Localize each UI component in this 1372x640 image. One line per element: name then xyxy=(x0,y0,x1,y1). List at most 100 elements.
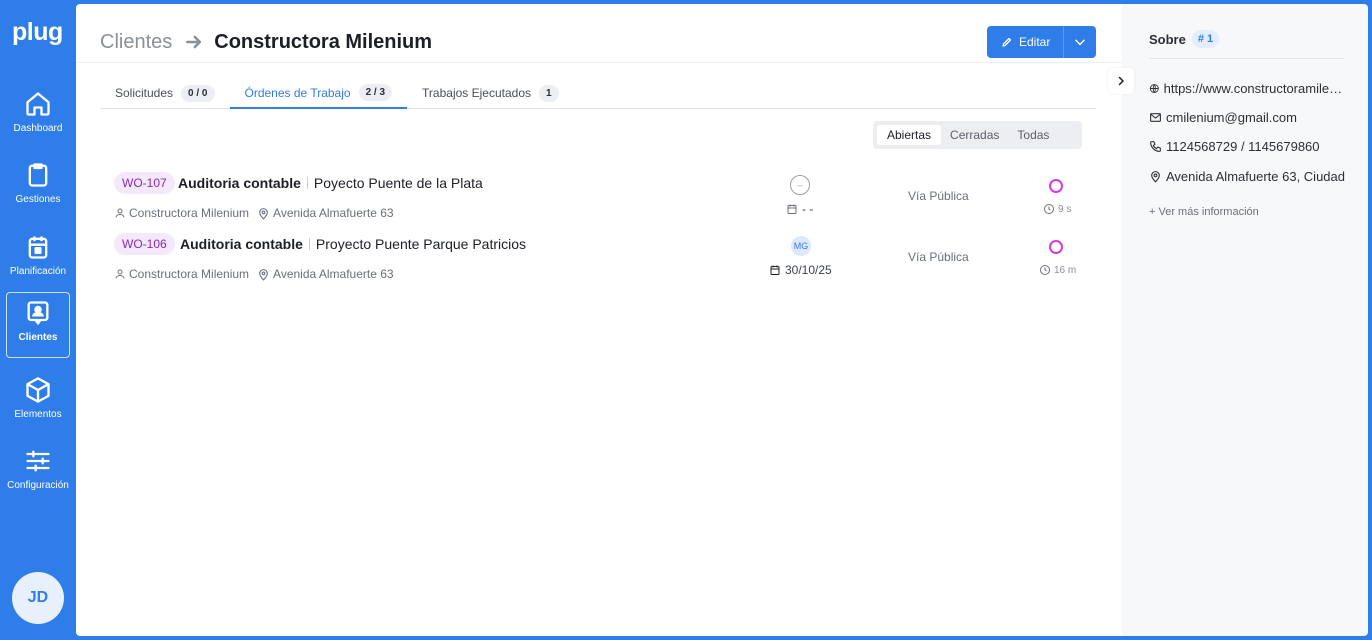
sliders-icon xyxy=(26,450,50,472)
filter-cerradas[interactable]: Cerradas xyxy=(941,125,1008,145)
tab-ordenes-de-trabajo[interactable]: Órdenes de Trabajo 2 / 3 xyxy=(229,78,408,109)
panel-divider xyxy=(1149,58,1344,59)
home-icon xyxy=(26,92,50,116)
work-order-project: Poyecto Puente de la Plata xyxy=(313,175,483,191)
due-date-value: 30/10/25 xyxy=(785,263,832,277)
tab-ordenes-label: Órdenes de Trabajo xyxy=(244,85,351,100)
work-order-type: Vía Pública xyxy=(908,189,969,203)
location-pin-icon xyxy=(1151,171,1160,183)
arrow-right-icon xyxy=(184,32,204,52)
user-icon xyxy=(114,268,126,280)
tab-trabajos-count: 1 xyxy=(539,84,559,102)
client-email[interactable]: cmilenium@gmail.com xyxy=(1149,110,1345,125)
breadcrumb: Clientes Constructora Milenium xyxy=(100,30,432,54)
user-avatar[interactable]: JD xyxy=(12,572,64,624)
work-order-name: Auditoria contable xyxy=(178,175,301,191)
tab-ordenes-count: 2 / 3 xyxy=(358,84,393,101)
chevron-right-icon xyxy=(1118,76,1124,86)
phones-value: 1124568729 / 1145679860 xyxy=(1166,139,1320,154)
main-content: Clientes Constructora Milenium Editar So… xyxy=(76,4,1122,636)
assignee-avatar[interactable]: – xyxy=(790,175,810,195)
work-order-elapsed: 9 s xyxy=(1043,203,1071,215)
edit-button[interactable]: Editar xyxy=(987,26,1063,58)
client-number-badge: # 1 xyxy=(1191,30,1220,48)
nav-planificacion[interactable]: Planificación xyxy=(6,227,70,291)
panel-collapse-button[interactable] xyxy=(1108,68,1134,94)
app-logo: plug xyxy=(12,18,63,46)
elapsed-value: 9 s xyxy=(1058,203,1072,215)
nav-dashboard[interactable]: Dashboard xyxy=(6,84,70,148)
status-indicator xyxy=(1049,179,1063,193)
elapsed-value: 16 m xyxy=(1054,264,1077,276)
sidebar: plug Dashboard Gestiones Planificación C… xyxy=(0,0,76,640)
title-divider xyxy=(308,238,310,250)
panel-title: Sobre xyxy=(1149,31,1186,47)
work-order-row[interactable]: WO-106 Auditoria contable Proyecto Puent… xyxy=(114,231,1084,287)
nav-gestiones[interactable]: Gestiones xyxy=(6,155,70,219)
work-order-address: Avenida Almafuerte 63 xyxy=(273,206,394,220)
mail-icon xyxy=(1150,113,1161,122)
client-website[interactable]: https://www.constructoramilenium.com xyxy=(1149,81,1345,96)
work-order-name: Auditoria contable xyxy=(180,236,303,252)
tab-bar: Solicitudes 0 / 0 Órdenes de Trabajo 2 /… xyxy=(100,78,1096,109)
due-date-value: - - xyxy=(802,202,814,216)
clipboard-icon xyxy=(28,163,48,187)
cube-icon xyxy=(26,377,50,403)
email-value: cmilenium@gmail.com xyxy=(1166,110,1297,125)
work-order-due-date: - - xyxy=(786,202,813,216)
see-more-link[interactable]: + Ver más información xyxy=(1149,206,1259,218)
client-address[interactable]: Avenida Almafuerte 63, Ciudad xyxy=(1149,169,1345,184)
nav-configuracion[interactable]: Configuración xyxy=(6,441,70,505)
tab-solicitudes[interactable]: Solicitudes 0 / 0 xyxy=(100,78,230,108)
tab-solicitudes-count: 0 / 0 xyxy=(181,84,215,102)
edit-dropdown-button[interactable] xyxy=(1064,35,1096,49)
nav-clientes-label: Clientes xyxy=(18,332,58,343)
work-order-due-date: 30/10/25 xyxy=(769,263,832,277)
address-value: Avenida Almafuerte 63, Ciudad xyxy=(1166,169,1345,184)
status-indicator xyxy=(1049,240,1063,254)
title-divider xyxy=(306,177,308,189)
location-pin-icon xyxy=(257,268,270,281)
contact-icon xyxy=(27,301,49,325)
filter-todas[interactable]: Todas xyxy=(1008,125,1058,145)
filter-abiertas[interactable]: Abiertas xyxy=(877,125,942,145)
clock-icon xyxy=(1040,265,1050,275)
nav-dashboard-label: Dashboard xyxy=(13,123,63,134)
work-order-client: Constructora Milenium xyxy=(129,267,250,281)
work-order-type: Vía Pública xyxy=(908,250,969,264)
nav-elementos[interactable]: Elementos xyxy=(6,370,70,434)
globe-icon xyxy=(1149,84,1159,93)
user-icon xyxy=(114,207,126,219)
tab-trabajos-label: Trabajos Ejecutados xyxy=(422,86,531,100)
breadcrumb-parent-link[interactable]: Clientes xyxy=(100,31,172,54)
work-order-row[interactable]: WO-107 Auditoria contable Poyecto Puente… xyxy=(114,170,1084,226)
panel-header: Sobre # 1 xyxy=(1149,30,1220,48)
location-pin-icon xyxy=(257,207,270,220)
website-value: https://www.constructoramilenium.com xyxy=(1163,81,1345,96)
assignee-avatar[interactable]: MG xyxy=(791,236,811,256)
work-order-address: Avenida Almafuerte 63 xyxy=(273,267,394,281)
tab-trabajos-ejecutados[interactable]: Trabajos Ejecutados 1 xyxy=(407,78,574,108)
work-order-meta: Constructora Milenium Avenida Almafuerte… xyxy=(114,206,394,220)
work-order-project: Proyecto Puente Parque Patricios xyxy=(315,236,527,252)
calendar-icon xyxy=(28,236,48,259)
nav-elementos-label: Elementos xyxy=(14,409,62,420)
clock-icon xyxy=(1044,204,1054,214)
pencil-icon xyxy=(1002,37,1012,47)
work-order-elapsed: 16 m xyxy=(1039,264,1076,276)
client-info-panel: Sobre # 1 https://www.constructoramileni… xyxy=(1122,4,1368,636)
nav-clientes[interactable]: Clientes xyxy=(6,292,70,358)
work-order-id: WO-106 xyxy=(114,233,175,255)
chevron-down-icon xyxy=(1075,39,1085,46)
work-order-meta: Constructora Milenium Avenida Almafuerte… xyxy=(114,267,394,281)
header-divider xyxy=(76,62,1122,63)
calendar-small-icon xyxy=(787,204,797,214)
calendar-small-icon xyxy=(770,265,780,275)
status-filter: Abiertas Cerradas Todas xyxy=(873,121,1082,149)
client-phones[interactable]: 1124568729 / 1145679860 xyxy=(1149,139,1345,154)
edit-button-label: Editar xyxy=(1019,35,1051,49)
tab-solicitudes-label: Solicitudes xyxy=(115,86,174,100)
work-order-id: WO-107 xyxy=(114,172,175,194)
work-order-title: Auditoria contable Proyecto Puente Parqu… xyxy=(180,236,526,252)
phone-icon xyxy=(1150,141,1161,152)
